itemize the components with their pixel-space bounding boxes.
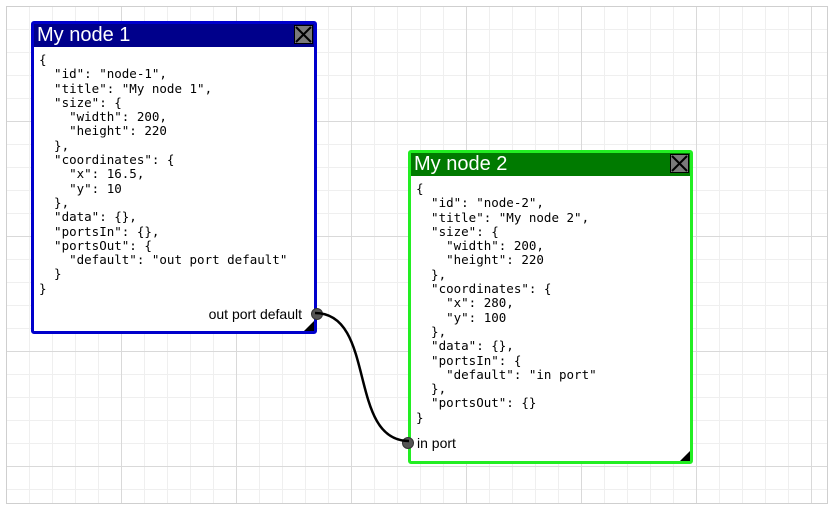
node-header-1[interactable]: My node 1 — [34, 24, 314, 47]
out-port-handle[interactable] — [311, 308, 323, 320]
close-icon — [295, 26, 312, 43]
node-title-1: My node 1 — [37, 24, 131, 46]
node-json-2: { "id": "node-2", "title": "My node 2", … — [416, 181, 597, 425]
connection-link[interactable] — [314, 311, 410, 443]
close-node-1-button[interactable] — [294, 25, 313, 44]
node-header-2[interactable]: My node 2 — [411, 153, 690, 176]
graph-canvas[interactable]: My node 1 { "id": "node-1", "title": "My… — [6, 6, 828, 504]
resize-handle-node-2[interactable] — [680, 451, 690, 461]
out-port-label: out port default — [208, 306, 302, 322]
in-port-handle[interactable] — [402, 437, 414, 449]
node-card-1[interactable]: My node 1 { "id": "node-1", "title": "My… — [31, 21, 323, 334]
close-node-2-button[interactable] — [670, 154, 689, 173]
node-card-2[interactable]: My node 2 { "id": "node-2", "title": "My… — [402, 150, 693, 464]
node-json-1: { "id": "node-1", "title": "My node 1", … — [39, 52, 288, 296]
close-icon — [671, 155, 688, 172]
node-title-2: My node 2 — [414, 153, 508, 175]
resize-handle-node-1[interactable] — [304, 321, 314, 331]
in-port-label: in port — [417, 435, 456, 451]
